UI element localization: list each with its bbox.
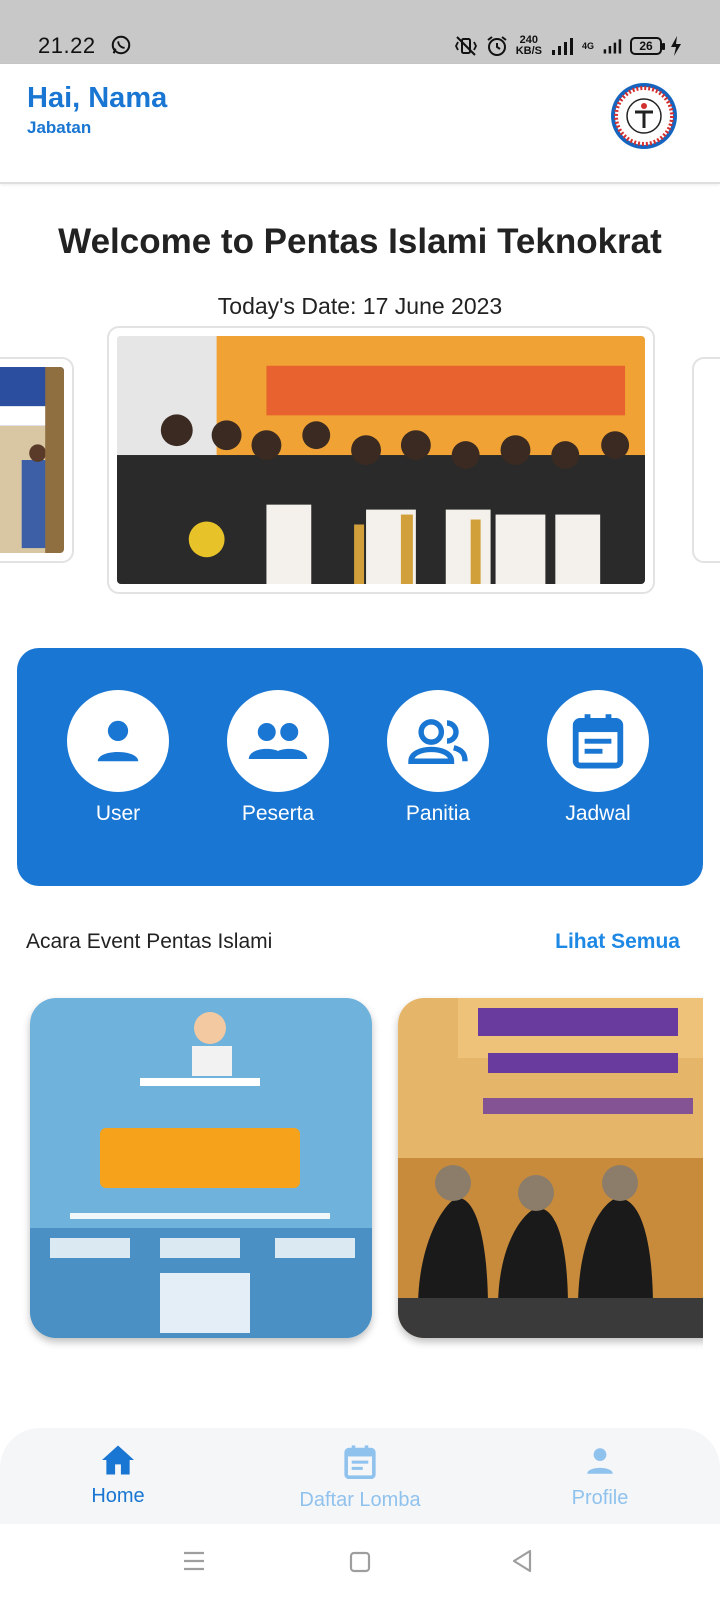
- event-card[interactable]: [30, 998, 372, 1338]
- carousel-photo: [702, 367, 720, 553]
- home-square-icon[interactable]: [348, 1550, 372, 1574]
- menu-icon-circle: [227, 690, 329, 792]
- charging-icon: [671, 36, 681, 56]
- image-carousel[interactable]: [0, 325, 720, 595]
- todays-date: Today's Date: 17 June 2023: [217, 293, 503, 319]
- event-poster-image: [30, 998, 372, 1338]
- status-time: 21.22: [38, 33, 96, 58]
- nav-daftar-lomba[interactable]: Daftar Lomba: [280, 1444, 440, 1512]
- menu-peserta-button[interactable]: Peserta: [213, 690, 343, 826]
- alarm-icon: [487, 36, 507, 56]
- nav-profile[interactable]: Profile: [520, 1444, 680, 1510]
- menu-panitia-button[interactable]: Panitia: [373, 690, 503, 826]
- network-type: 4G: [581, 41, 594, 51]
- carousel-photo: [117, 336, 645, 584]
- carousel-photo: [0, 367, 64, 553]
- signal-icon: [551, 38, 573, 55]
- university-logo-icon: [611, 83, 677, 149]
- role-text: Jabatan: [27, 118, 92, 137]
- person-icon: [97, 720, 139, 762]
- event-photo-image: [398, 998, 703, 1338]
- app-header: Hai, Nama Jabatan: [0, 64, 720, 184]
- menu-jadwal-button[interactable]: Jadwal: [533, 690, 663, 826]
- menu-icon[interactable]: [182, 1550, 206, 1572]
- calendar-icon: [572, 714, 624, 769]
- events-section-title: Acara Event Pentas Islami: [26, 930, 273, 953]
- nav-home[interactable]: Home: [38, 1444, 198, 1508]
- people-outline-icon: [408, 719, 468, 764]
- network-speed: 240 KB/S: [515, 34, 542, 57]
- menu-label: Panitia: [405, 802, 471, 825]
- events-list[interactable]: [0, 990, 703, 1350]
- welcome-title: Welcome to Pentas Islami Teknokrat: [58, 222, 662, 261]
- quick-menu-panel: User Peserta Panitia Jadwal: [17, 648, 703, 886]
- event-card[interactable]: [398, 998, 703, 1338]
- profile-icon: [587, 1448, 613, 1474]
- nav-label: Home: [91, 1485, 145, 1507]
- vibrate-icon: [454, 36, 477, 56]
- status-bar: 21.22 240 KB/S 4G 26: [0, 0, 720, 64]
- menu-label: Jadwal: [565, 802, 631, 825]
- system-navigation-bar: [0, 1524, 720, 1600]
- menu-user-button[interactable]: User: [53, 690, 183, 826]
- battery-icon: 26: [630, 37, 665, 55]
- menu-label: User: [95, 802, 141, 825]
- see-all-link[interactable]: Lihat Semua: [555, 930, 680, 954]
- nav-label: Profile: [571, 1487, 629, 1509]
- whatsapp-icon: [111, 35, 131, 55]
- menu-icon-circle: [67, 690, 169, 792]
- menu-icon-circle: [547, 690, 649, 792]
- group-icon: [248, 723, 308, 759]
- carousel-slide-previous[interactable]: [0, 357, 74, 563]
- back-icon[interactable]: [510, 1548, 534, 1574]
- signal-icon: [603, 39, 622, 54]
- home-icon: [102, 1445, 134, 1475]
- nav-label: Daftar Lomba: [299, 1489, 421, 1511]
- event-list-icon: [344, 1445, 376, 1480]
- carousel-slide-next[interactable]: [692, 357, 720, 563]
- menu-icon-circle: [387, 690, 489, 792]
- bottom-navigation: Home Daftar Lomba Profile: [0, 1428, 720, 1524]
- greeting-text: Hai, Nama: [27, 82, 168, 114]
- carousel-slide-current[interactable]: [107, 326, 655, 594]
- menu-label: Peserta: [241, 802, 315, 825]
